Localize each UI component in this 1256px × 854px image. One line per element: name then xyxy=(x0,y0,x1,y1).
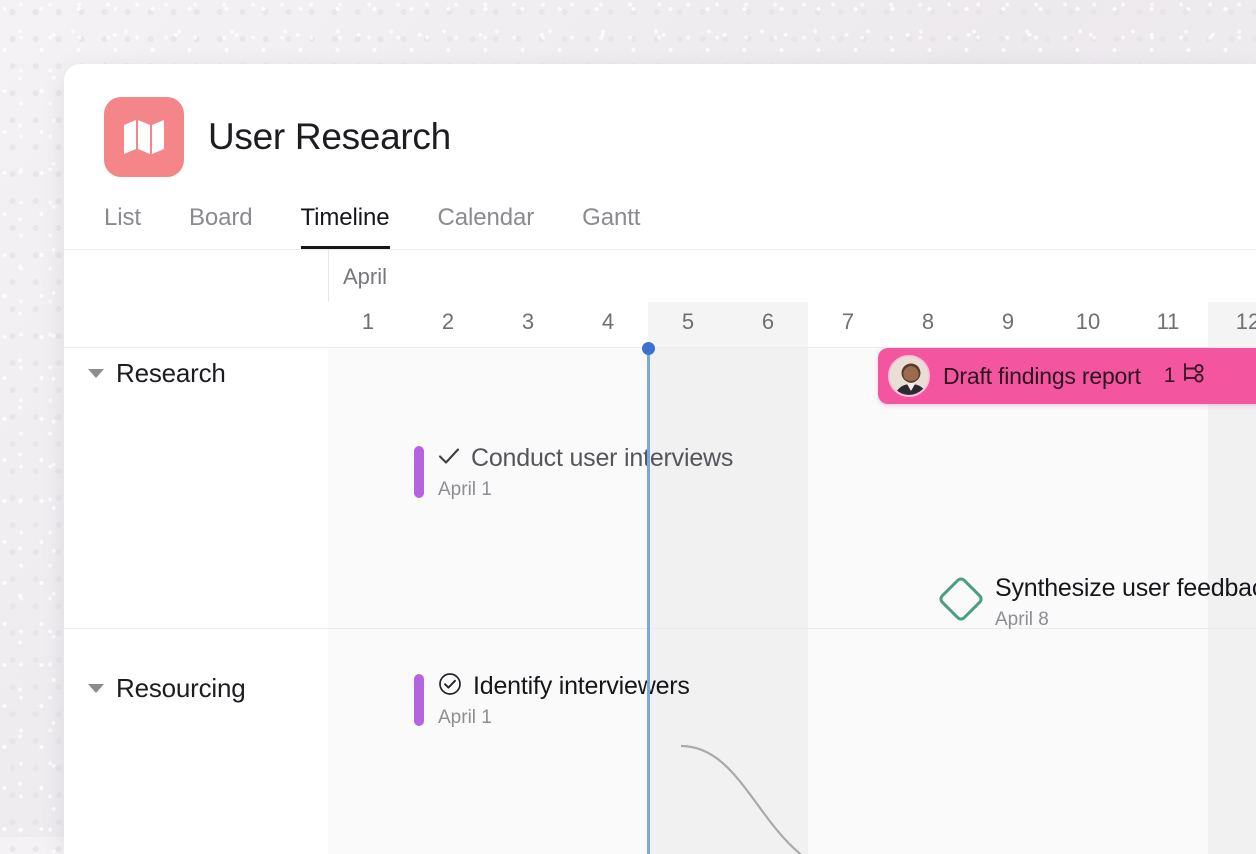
day-header-12[interactable]: 12 xyxy=(1208,302,1256,348)
weekend-shade-6 xyxy=(728,348,808,854)
task-title-row: Conduct user interviews xyxy=(438,444,733,473)
month-label: April xyxy=(328,250,387,302)
task-color-stripe xyxy=(414,674,424,726)
task-title: Conduct user interviews xyxy=(471,444,733,473)
task-bar-draft-findings-report[interactable]: Draft findings report 1 xyxy=(878,348,1256,404)
timeline-view: April 1 2 3 4 5 6 7 8 9 10 11 12 xyxy=(64,250,1256,854)
day-header-5[interactable]: 5 xyxy=(648,302,728,348)
today-marker-dot xyxy=(642,342,655,355)
check-icon xyxy=(438,447,460,470)
today-line xyxy=(647,348,650,854)
card-header: User Research xyxy=(64,64,1256,176)
milestone-synthesize-user-feedback[interactable]: Synthesize user feedback April 8 xyxy=(944,574,1256,631)
task-bar-label: Draft findings report xyxy=(943,363,1141,390)
task-title: Identify interviewers xyxy=(473,672,690,701)
day-header-10[interactable]: 10 xyxy=(1048,302,1128,348)
caret-down-icon[interactable] xyxy=(88,369,104,378)
subtask-tree-icon xyxy=(1182,363,1205,389)
day-row: 1 2 3 4 5 6 7 8 9 10 11 12 xyxy=(64,302,1256,348)
task-text: Conduct user interviews April 1 xyxy=(438,444,733,501)
page-title: User Research xyxy=(208,116,451,158)
weekend-shade-5 xyxy=(648,348,728,854)
tab-gantt[interactable]: Gantt xyxy=(582,204,640,249)
timeline-body: Research Draft findings report 1 xyxy=(64,348,1256,854)
task-text: Identify interviewers April 1 xyxy=(438,672,690,729)
tab-list[interactable]: List xyxy=(104,204,141,249)
milestone-title: Synthesize user feedback xyxy=(995,574,1256,603)
avatar xyxy=(888,355,930,397)
project-card: User Research List Board Timeline Calend… xyxy=(64,64,1256,854)
task-conduct-user-interviews[interactable]: Conduct user interviews April 1 xyxy=(414,444,733,501)
task-title-row: Identify interviewers xyxy=(438,672,690,701)
section-header-research[interactable]: Research xyxy=(88,358,226,389)
diamond-milestone-icon xyxy=(937,575,985,623)
day-header-3[interactable]: 3 xyxy=(488,302,568,348)
day-header-11[interactable]: 11 xyxy=(1128,302,1208,348)
tab-calendar[interactable]: Calendar xyxy=(438,204,535,249)
day-header-2[interactable]: 2 xyxy=(408,302,488,348)
day-header-1[interactable]: 1 xyxy=(328,302,408,348)
timeline-date-header: April 1 2 3 4 5 6 7 8 9 10 11 12 xyxy=(64,250,1256,348)
tab-board[interactable]: Board xyxy=(189,204,253,249)
section-title-resourcing: Resourcing xyxy=(116,673,246,704)
month-row: April xyxy=(64,250,1256,302)
day-header-4[interactable]: 4 xyxy=(568,302,648,348)
view-tabs: List Board Timeline Calendar Gantt xyxy=(64,176,1256,250)
task-color-stripe xyxy=(414,446,424,498)
subtask-count: 1 xyxy=(1164,364,1176,388)
section-title-research: Research xyxy=(116,358,226,389)
milestone-date: April 8 xyxy=(995,609,1256,631)
map-icon xyxy=(104,97,184,177)
milestone-text: Synthesize user feedback April 8 xyxy=(995,574,1256,631)
task-date: April 1 xyxy=(438,707,690,729)
section-header-resourcing[interactable]: Resourcing xyxy=(88,673,246,704)
task-date: April 1 xyxy=(438,479,733,501)
task-bar-meta: 1 xyxy=(1164,363,1206,389)
day-header-9[interactable]: 9 xyxy=(968,302,1048,348)
day-header-7[interactable]: 7 xyxy=(808,302,888,348)
tab-timeline[interactable]: Timeline xyxy=(301,204,390,249)
check-circle-icon xyxy=(438,672,462,701)
timeline-sidebar xyxy=(64,348,328,854)
caret-down-icon[interactable] xyxy=(88,684,104,693)
day-header-6[interactable]: 6 xyxy=(728,302,808,348)
day-header-8[interactable]: 8 xyxy=(888,302,968,348)
